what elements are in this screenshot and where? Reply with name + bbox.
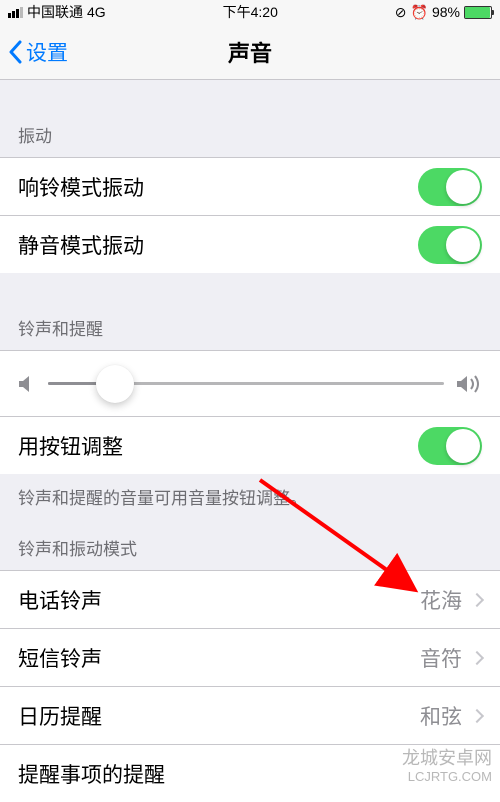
cell-label: 电话铃声 (18, 585, 102, 615)
status-right: ⊘ ⏰ 98% (395, 4, 492, 21)
alarm-icon: ⏰ (411, 4, 428, 21)
button-adjust-switch[interactable] (418, 427, 482, 465)
cell-label: 用按钮调整 (18, 431, 123, 461)
chevron-right-icon (470, 592, 484, 606)
cell-label: 提醒事项的提醒 (18, 759, 165, 789)
vibrate-on-ring-switch[interactable] (418, 168, 482, 206)
cell-calendar-alert[interactable]: 日历提醒 和弦 (0, 686, 500, 744)
cell-value: 和弦 (420, 701, 462, 731)
status-bar: 中国联通 4G 下午4:20 ⊘ ⏰ 98% (0, 0, 500, 24)
cell-label: 静音模式振动 (18, 230, 144, 260)
cell-vibrate-on-silent: 静音模式振动 (0, 215, 500, 273)
watermark-line2: LCJRTG.COM (402, 769, 492, 785)
cell-vibrate-on-ring: 响铃模式振动 (0, 157, 500, 215)
slider-thumb[interactable] (96, 365, 134, 403)
chevron-right-icon (470, 708, 484, 722)
ringer-volume-slider[interactable] (48, 382, 444, 385)
section-header-patterns: 铃声和振动模式 (0, 517, 500, 570)
speaker-low-icon (18, 374, 36, 394)
cell-label: 短信铃声 (18, 643, 102, 673)
chevron-left-icon (8, 40, 22, 64)
vibrate-on-silent-switch[interactable] (418, 226, 482, 264)
watermark-line1: 龙城安卓网 (402, 748, 492, 770)
battery-icon (464, 6, 492, 19)
cell-value: 音符 (420, 643, 462, 673)
cell-value: 花海 (420, 585, 462, 615)
status-left: 中国联通 4G (8, 2, 106, 22)
ringer-footer: 铃声和提醒的音量可用音量按钮调整。 (0, 474, 500, 517)
section-header-ringer: 铃声和提醒 (0, 273, 500, 350)
back-label: 设置 (26, 37, 68, 67)
network-label: 4G (87, 4, 106, 20)
cell-label: 响铃模式振动 (18, 172, 144, 202)
cell-button-adjust: 用按钮调整 (0, 416, 500, 474)
battery-pct: 98% (432, 4, 460, 20)
orientation-lock-icon: ⊘ (395, 4, 407, 21)
cell-label: 日历提醒 (18, 701, 102, 731)
status-time: 下午4:20 (223, 2, 278, 22)
watermark: 龙城安卓网 LCJRTG.COM (402, 748, 492, 785)
nav-bar: 设置 声音 (0, 24, 500, 80)
speaker-high-icon (456, 373, 482, 395)
signal-icon (8, 7, 23, 18)
chevron-right-icon (470, 650, 484, 664)
back-button[interactable]: 设置 (0, 37, 68, 67)
cell-ringtone[interactable]: 电话铃声 花海 (0, 570, 500, 628)
carrier-label: 中国联通 (27, 2, 83, 22)
ringer-volume-cell (0, 350, 500, 416)
section-header-vibrate: 振动 (0, 80, 500, 157)
cell-text-tone[interactable]: 短信铃声 音符 (0, 628, 500, 686)
page-title: 声音 (228, 36, 272, 68)
